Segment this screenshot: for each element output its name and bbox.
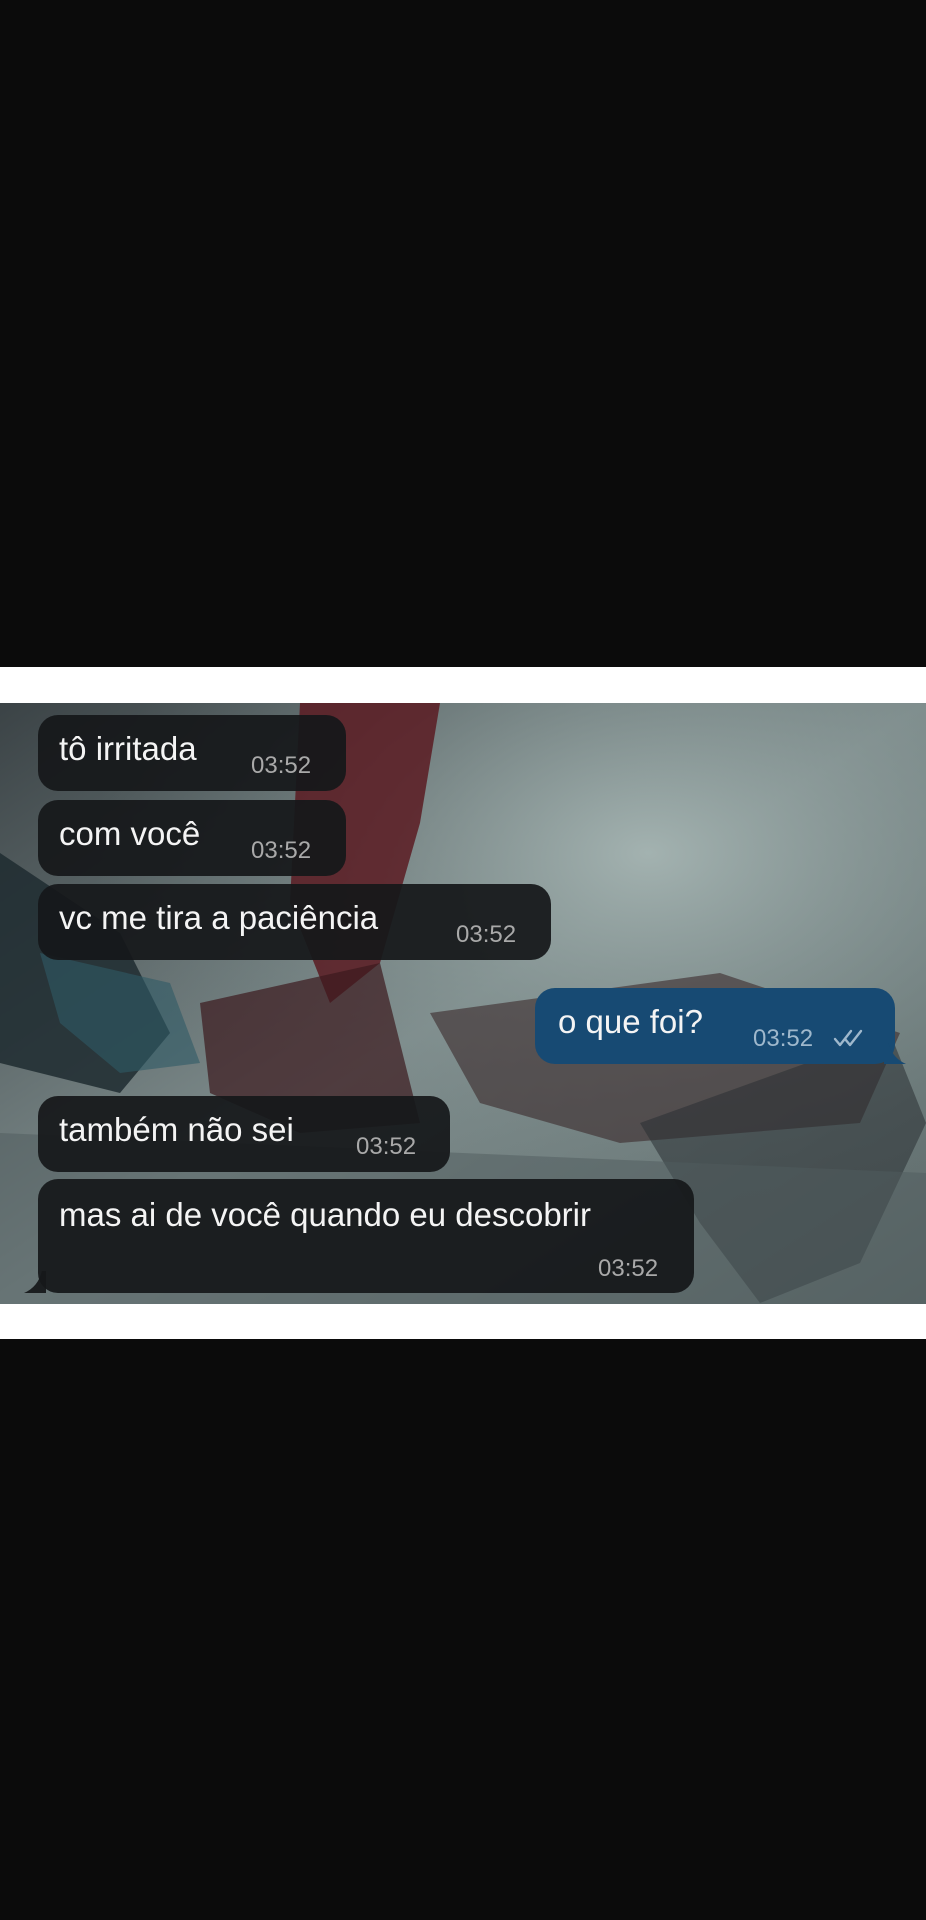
message-text: também não sei: [59, 1111, 294, 1148]
message-timestamp: 03:52: [251, 752, 312, 779]
message-bubble-incoming[interactable]: também não sei 03:52: [38, 1096, 450, 1172]
bottom-border-band: [0, 1304, 926, 1339]
message-bubble-incoming[interactable]: com você 03:52: [38, 800, 346, 876]
top-letterbox: [0, 0, 926, 667]
message-timestamp: 03:52: [598, 1255, 659, 1282]
bottom-letterbox: [0, 1339, 926, 1920]
message-bubble-incoming[interactable]: mas ai de você quando eu descobrir 03:52: [38, 1179, 694, 1293]
message-bubble-incoming[interactable]: tô irritada 03:52: [38, 715, 346, 791]
message-bubble-incoming[interactable]: vc me tira a paciência 03:52: [38, 884, 551, 960]
message-text: o que foi?: [558, 1003, 703, 1040]
outgoing-bubble-tail: [884, 1042, 906, 1064]
message-timestamp: 03:52: [356, 1133, 417, 1160]
screen: tô irritada 03:52 com você 03:52 vc me t…: [0, 0, 926, 1920]
message-timestamp: 03:52: [251, 837, 312, 864]
message-bubble-outgoing[interactable]: o que foi? 03:52: [535, 988, 895, 1064]
top-border-band: [0, 667, 926, 703]
incoming-bubble-tail: [24, 1271, 46, 1293]
message-timestamp: 03:52: [753, 1025, 814, 1052]
message-text: vc me tira a paciência: [59, 899, 379, 936]
message-text: com você: [59, 815, 201, 852]
read-double-check-icon: [833, 1029, 863, 1047]
message-text: mas ai de você quando eu descobrir: [59, 1196, 591, 1233]
message-timestamp: 03:52: [456, 921, 517, 948]
message-text: tô irritada: [59, 730, 197, 767]
chat-screenshot: tô irritada 03:52 com você 03:52 vc me t…: [0, 703, 926, 1304]
